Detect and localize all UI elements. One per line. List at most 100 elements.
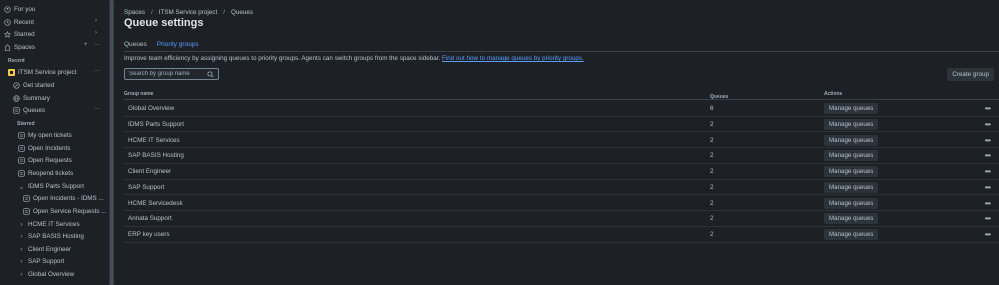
chevron-right-icon: ›	[20, 271, 23, 278]
queue-count: 6	[710, 105, 714, 112]
search-icon	[207, 71, 214, 78]
manage-queues-button[interactable]: Manage queues	[824, 197, 879, 209]
more-actions-icon[interactable]: •••	[985, 214, 991, 223]
sidebar-item-get-started[interactable]: Get started	[13, 80, 54, 91]
queue-icon	[18, 170, 25, 177]
breadcrumb-spaces[interactable]: Spaces	[124, 9, 145, 16]
sidebar-item-spaces[interactable]: Spaces	[4, 42, 35, 53]
chevron-right-icon[interactable]: ›	[95, 18, 97, 24]
queue-icon	[18, 145, 25, 152]
globe-icon	[13, 95, 20, 102]
more-icon[interactable]: ···	[94, 106, 100, 112]
group-name: ERP key users	[128, 231, 170, 238]
queue-count: 2	[710, 152, 714, 160]
sort-arrow-down-icon: ↓	[710, 94, 713, 100]
column-header-queues-label: Queues	[710, 94, 729, 100]
sidebar-item-starred[interactable]: Starred	[4, 29, 35, 40]
help-link[interactable]: Find out how to manage queues by priorit…	[442, 55, 584, 62]
more-actions-icon[interactable]: •••	[985, 120, 991, 129]
queue-count: 2	[710, 120, 714, 128]
manage-queues-button[interactable]: Manage queues	[824, 134, 879, 146]
create-group-button[interactable]: Create group	[947, 68, 994, 81]
breadcrumb: Spaces / ITSM Service project / Queues	[124, 9, 253, 16]
queue-item[interactable]: Open Incidents	[18, 143, 70, 154]
sidebar: For you Recent › Starred › Spaces + ··· …	[0, 0, 109, 285]
group-name: IDMS Parts Support	[128, 120, 184, 128]
sidebar-item-recent[interactable]: Recent	[4, 17, 34, 28]
queue-count: 2	[710, 199, 714, 207]
queue-item[interactable]: Open Service Requests ...	[23, 206, 107, 217]
more-icon[interactable]: ···	[94, 68, 100, 74]
column-header-actions: Actions	[824, 91, 843, 97]
more-actions-icon[interactable]: •••	[985, 167, 991, 176]
chevron-right-icon: ›	[20, 246, 23, 253]
manage-queues-button[interactable]: Manage queues	[824, 181, 879, 193]
sidebar-group-collapsed[interactable]: › Global Overview	[18, 269, 74, 280]
starred-heading: Starred	[17, 120, 35, 127]
queue-item[interactable]: Open Incidents - IDMS ...	[23, 193, 104, 204]
chevron-right-icon[interactable]: ›	[95, 30, 97, 36]
manage-queues-button[interactable]: Manage queues	[824, 103, 879, 114]
sidebar-group-collapsed[interactable]: › Client Engineer	[18, 244, 71, 255]
description-text: Improve team efficiency by assigning que…	[124, 55, 441, 62]
breadcrumb-queues[interactable]: Queues	[231, 9, 253, 16]
more-actions-icon[interactable]: •••	[985, 104, 991, 113]
manage-queues-button[interactable]: Manage queues	[824, 213, 879, 225]
sidebar-item-for-you[interactable]: For you	[4, 4, 35, 15]
queue-count: 2	[710, 215, 714, 223]
sidebar-item-queues[interactable]: Queues	[13, 105, 45, 116]
queue-item[interactable]: My open tickets	[18, 130, 72, 141]
breadcrumb-project[interactable]: ITSM Service project	[159, 9, 217, 16]
queue-item[interactable]: Open Requests	[18, 155, 72, 166]
star-icon	[4, 31, 11, 38]
queue-count: 2	[710, 168, 714, 175]
group-name: HCME Servicedesk	[128, 199, 183, 207]
chevron-right-icon: ›	[20, 258, 23, 265]
manage-queues-button[interactable]: Manage queues	[824, 229, 879, 240]
manage-queues-button[interactable]: Manage queues	[824, 118, 879, 130]
group-name: HCME IT Services	[128, 136, 180, 144]
main-content: Spaces / ITSM Service project / Queues Q…	[114, 0, 999, 285]
manage-queues-button[interactable]: Manage queues	[824, 150, 879, 162]
table-row: SAP Support 2 Manage queues •••	[124, 180, 999, 196]
search-input[interactable]	[129, 71, 209, 77]
breadcrumb-separator: /	[223, 9, 225, 16]
chevron-down-icon: ⌄	[18, 183, 25, 191]
search-box[interactable]	[124, 68, 219, 80]
queue-icon	[23, 195, 30, 202]
sidebar-group-collapsed[interactable]: › SAP Support	[18, 256, 64, 267]
chevron-right-icon: ›	[20, 221, 23, 228]
more-icon[interactable]: ···	[94, 42, 100, 48]
sidebar-group-collapsed[interactable]: › SAP BASIS Hosting	[18, 231, 83, 242]
project-icon	[8, 69, 15, 76]
sidebar-item-summary[interactable]: Summary	[13, 93, 50, 104]
group-name: Annata Support	[128, 215, 172, 223]
tab-divider	[124, 51, 999, 52]
more-actions-icon[interactable]: •••	[985, 230, 991, 239]
more-actions-icon[interactable]: •••	[985, 183, 991, 192]
add-icon[interactable]: +	[84, 42, 88, 48]
group-name: SAP Support	[128, 183, 165, 191]
table-row: ERP key users 2 Manage queues •••	[124, 227, 999, 243]
queue-count: 2	[710, 136, 714, 144]
sidebar-group-collapsed[interactable]: › HCME IT Services	[18, 219, 79, 230]
more-actions-icon[interactable]: •••	[985, 151, 991, 160]
table-row: Client Engineer 2 Manage queues •••	[124, 164, 999, 180]
clock-icon	[4, 19, 11, 26]
table-row: SAP BASIS Hosting 2 Manage queues •••	[124, 148, 999, 164]
more-actions-icon[interactable]: •••	[985, 136, 991, 145]
more-actions-icon[interactable]: •••	[985, 199, 991, 208]
queue-item[interactable]: Reopend tickets	[18, 168, 73, 179]
column-header-group-name[interactable]: Group name	[124, 91, 153, 97]
rocket-icon	[13, 82, 20, 89]
sidebar-group-expanded[interactable]: ⌄ IDMS Parts Support	[18, 181, 84, 192]
sidebar-project[interactable]: ITSM Service project	[8, 67, 76, 78]
queue-count: 2	[710, 183, 714, 191]
manage-queues-button[interactable]: Manage queues	[824, 166, 879, 177]
queue-count: 2	[710, 231, 714, 238]
group-name: Global Overview	[128, 105, 175, 112]
page-title: Queue settings	[124, 17, 204, 29]
table-row: Annata Support 2 Manage queues •••	[124, 211, 999, 227]
queue-icon	[18, 157, 25, 164]
queue-icon	[23, 208, 30, 215]
